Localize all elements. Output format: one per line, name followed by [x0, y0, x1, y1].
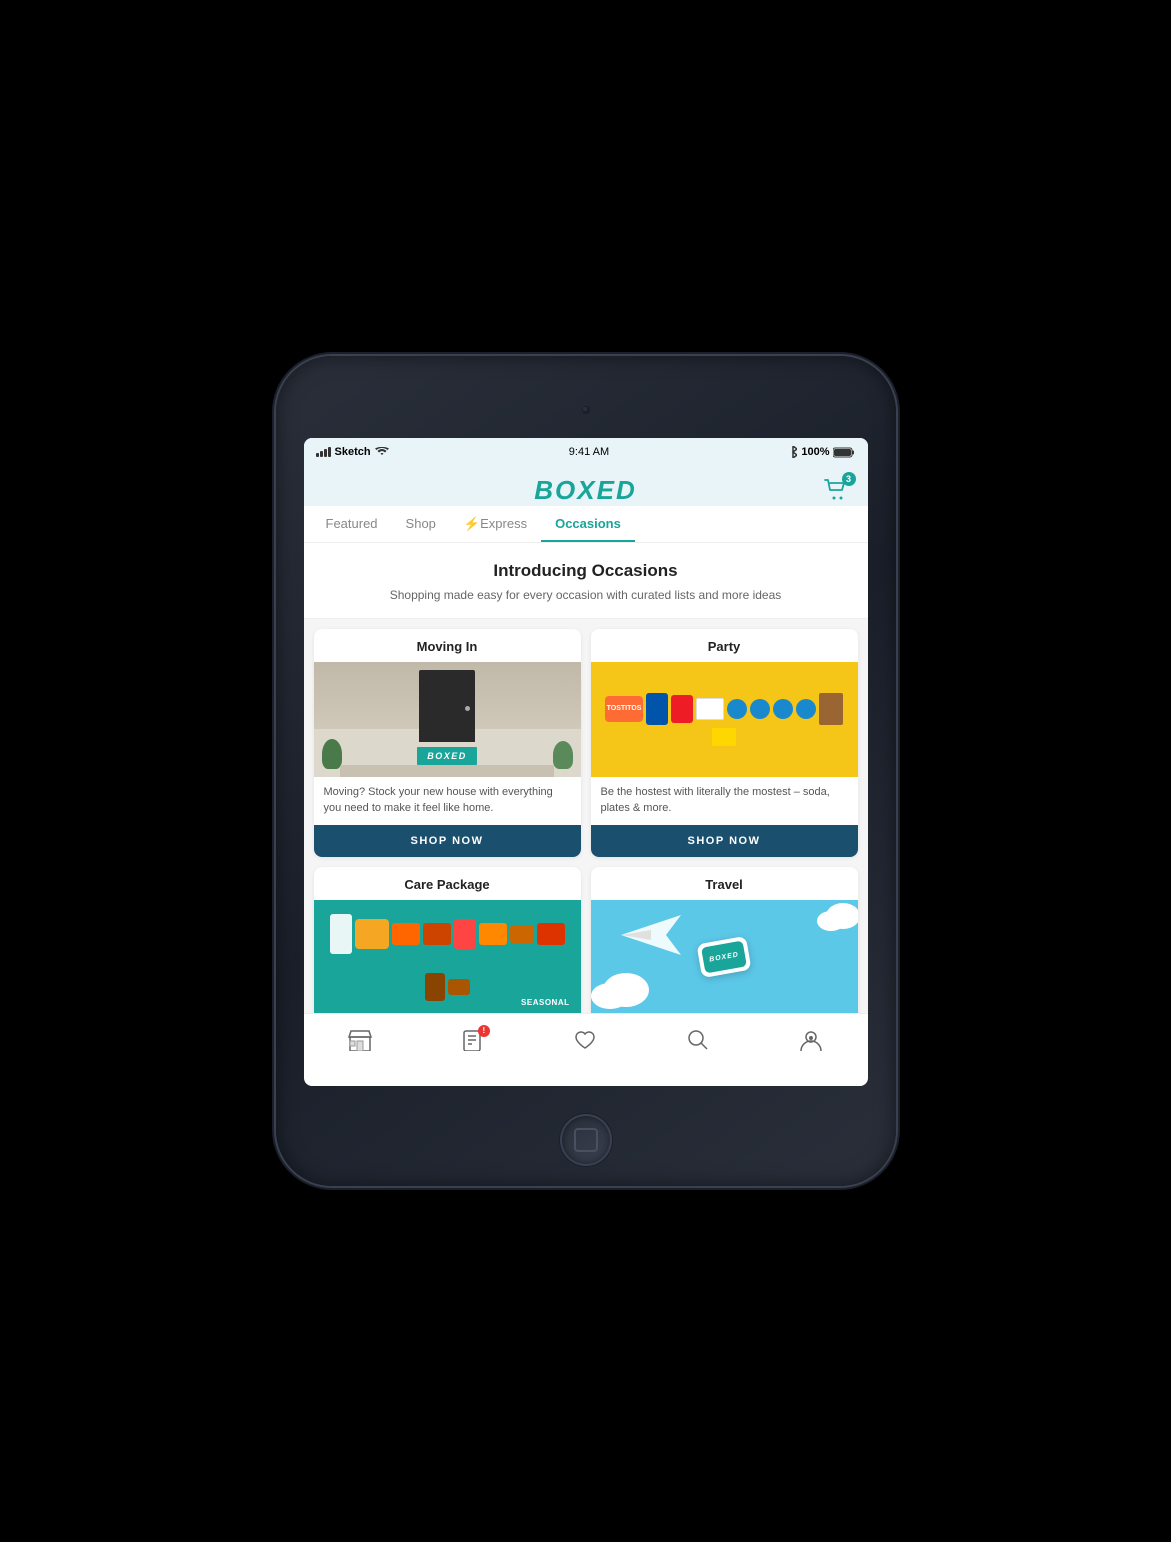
intro-subtitle: Shopping made easy for every occasion wi… — [320, 587, 852, 604]
intro-title: Introducing Occasions — [320, 561, 852, 581]
card-image-moving: BOXED — [314, 662, 581, 777]
tab-occasions[interactable]: Occasions — [541, 506, 635, 542]
nav-tabs: Featured Shop ⚡Express Occasions — [304, 506, 868, 543]
card-image-travel: BOXED — [591, 900, 858, 1013]
card-care-package: Care Package — [314, 867, 581, 1013]
door-graphic — [419, 670, 475, 742]
plant-right — [553, 741, 573, 769]
battery-icon — [833, 447, 855, 458]
seasonal-badge: SEASONAL — [516, 996, 574, 1009]
plant-left — [322, 739, 342, 769]
card-travel: Travel BOXED — [591, 867, 858, 1013]
wifi-icon — [375, 447, 389, 457]
tab-shop[interactable]: Shop — [392, 506, 450, 542]
app-logo: BOXED — [352, 475, 820, 506]
store-icon — [348, 1029, 372, 1051]
device-frame: Sketch 9:41 AM 100% — [276, 356, 896, 1186]
nav-favorites[interactable] — [565, 1025, 605, 1055]
heart-icon — [573, 1029, 597, 1051]
card-title-care: Care Package — [314, 867, 581, 900]
airplane-graphic — [621, 915, 681, 955]
card-desc-party: Be the hostest with literally the mostes… — [591, 777, 858, 825]
card-image-party: TOSTITOS — [591, 662, 858, 777]
bottom-nav: ! — [304, 1013, 868, 1065]
bluetooth-icon — [789, 446, 797, 458]
home-button[interactable] — [560, 1114, 612, 1166]
phone-graphic: BOXED — [696, 936, 751, 978]
card-image-care: SEASONAL — [314, 900, 581, 1013]
battery-percent: 100% — [801, 446, 829, 458]
signal-icon — [316, 447, 331, 457]
search-icon — [687, 1029, 709, 1051]
status-left: Sketch — [316, 446, 389, 458]
status-time: 9:41 AM — [569, 446, 609, 458]
status-right: 100% — [789, 446, 855, 458]
shop-now-moving[interactable]: SHOP NOW — [314, 825, 581, 857]
card-desc-moving: Moving? Stock your new house with everyt… — [314, 777, 581, 825]
nav-orders[interactable]: ! — [454, 1025, 492, 1055]
device-screen: Sketch 9:41 AM 100% — [304, 438, 868, 1086]
card-moving-in: Moving In BOXED — [314, 629, 581, 857]
card-party: Party TOSTITOS — [591, 629, 858, 857]
card-title-moving: Moving In — [314, 629, 581, 662]
cart-button[interactable]: 3 — [820, 474, 852, 506]
card-title-party: Party — [591, 629, 858, 662]
tab-featured[interactable]: Featured — [312, 506, 392, 542]
tab-express[interactable]: ⚡Express — [450, 506, 541, 542]
nav-search[interactable] — [679, 1025, 717, 1055]
shop-now-party[interactable]: SHOP NOW — [591, 825, 858, 857]
nav-home[interactable] — [340, 1025, 380, 1055]
occasions-grid: Moving In BOXED — [304, 619, 868, 1013]
carrier-label: Sketch — [335, 446, 371, 458]
cart-badge: 3 — [842, 472, 856, 486]
card-title-travel: Travel — [591, 867, 858, 900]
camera — [582, 406, 590, 414]
main-content: Introducing Occasions Shopping made easy… — [304, 543, 868, 1013]
account-icon — [799, 1029, 823, 1051]
status-bar: Sketch 9:41 AM 100% — [304, 438, 868, 466]
intro-section: Introducing Occasions Shopping made easy… — [304, 543, 868, 619]
app-header: BOXED 3 — [304, 466, 868, 506]
nav-account[interactable] — [791, 1025, 831, 1055]
